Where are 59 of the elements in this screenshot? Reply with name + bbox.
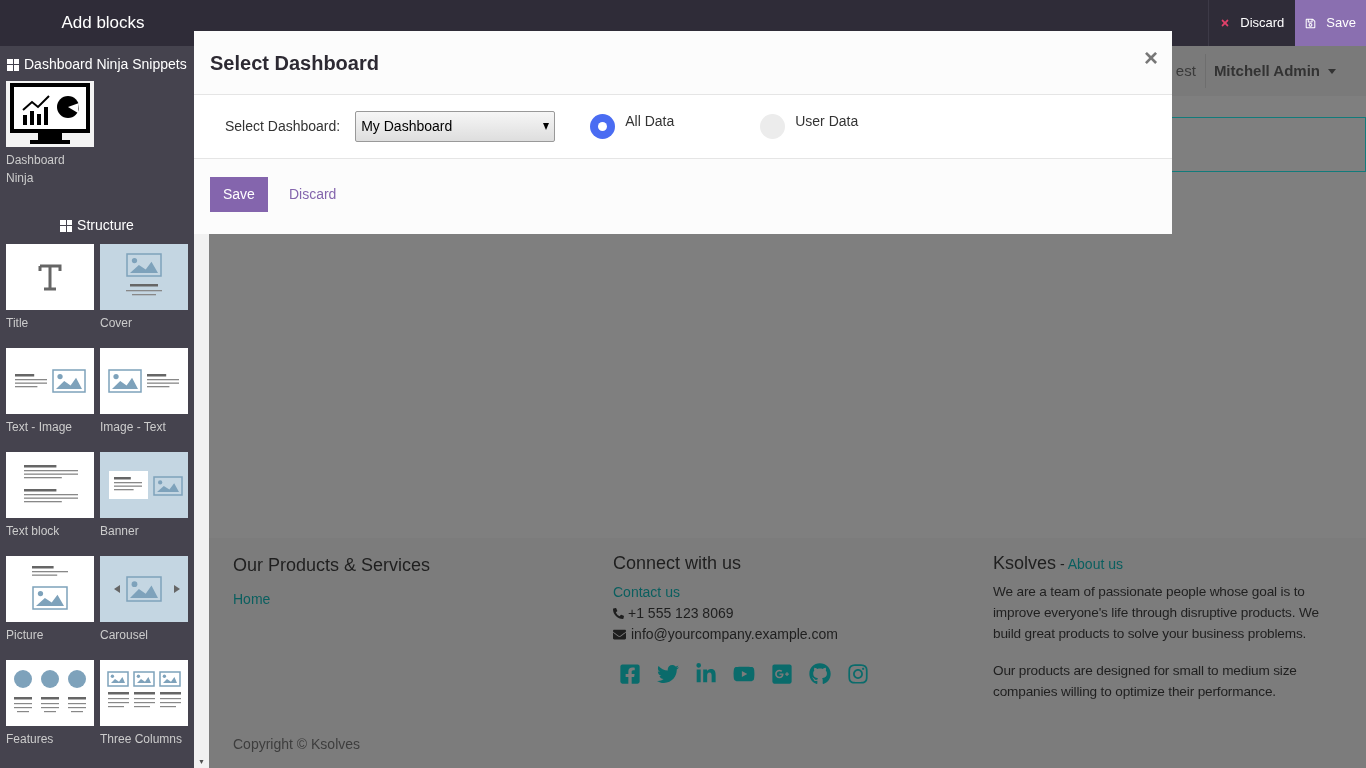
save-button[interactable]: Save [1295,0,1366,46]
grid-icon [7,58,19,71]
phone-icon [613,608,624,619]
block-label: Cover [100,315,133,332]
footer-heading: Our Products & Services [233,554,432,577]
block-thumbnail[interactable] [6,452,94,518]
block-thumbnail[interactable] [100,244,188,310]
block-thumbnail[interactable] [6,556,94,622]
separator: - [1059,556,1065,572]
field-label: Select Dashboard: [225,117,341,136]
block-thumbnail[interactable] [100,660,188,726]
database-name: est [1175,60,1197,81]
footer-paragraph: We are a team of passionate people whose goal is to improve everyone's life through disruptive products. We build great products to solve your business problems. [993,583,1320,643]
footer-heading: Connect with us [613,552,743,574]
block-label: Title [6,315,30,332]
block-thumbnail[interactable] [6,81,94,147]
grid-icon [60,219,73,232]
block-label: Carousel [100,627,150,644]
dialog-title: Select Dashboard [210,50,379,76]
envelope-icon [613,628,626,641]
user-menu[interactable]: Mitchell Admin [1204,54,1366,88]
sidebar-header: Add blocks [0,0,209,46]
block-label: Text block [6,523,61,540]
close-button[interactable]: × [1144,45,1158,70]
block-thumbnail[interactable] [100,348,188,414]
block-label: Text - Image [6,419,74,436]
google-plus-icon[interactable] [771,663,793,685]
block-label: Features [6,731,55,748]
copyright: Copyright © Ksolves [233,735,362,754]
facebook-icon[interactable] [619,663,641,685]
block-thumbnail[interactable] [6,244,94,310]
email-address: info@yourcompany.example.com [631,625,838,644]
dialog-discard-button[interactable]: Discard [288,183,337,205]
dashboard-select[interactable]: My Dashboard [355,111,556,142]
radio-button[interactable] [590,114,616,139]
section-heading: Dashboard Ninja Snippets [24,55,187,74]
block-label: Three Columns [100,731,184,748]
linkedin-icon[interactable] [695,663,717,685]
twitter-bird-icon[interactable] [657,663,679,685]
github-cat-icon[interactable] [809,663,831,685]
block-label: Banner [100,523,140,540]
block-thumbnail[interactable] [6,348,94,414]
block-label: Dashboard Ninja [6,152,66,187]
dialog-save-button[interactable]: Save [210,176,268,212]
dropdown-arrow-icon [543,123,550,130]
block-thumbnail[interactable] [100,452,188,518]
radio-label: All Data [625,112,675,131]
phone-number: +1 555 123 8069 [628,604,734,623]
camera-icon[interactable] [847,663,869,685]
caret-icon [1328,68,1336,74]
section-heading: Structure [77,216,134,235]
block-thumbnail[interactable] [6,660,94,726]
footer-heading: Ksolves [993,553,1057,573]
radio-label: User Data [795,112,859,131]
close-icon [1220,18,1231,28]
block-label: Picture [6,627,45,644]
block-label: Image - Text [100,419,167,436]
block-thumbnail[interactable] [100,556,188,622]
footer-paragraph: Our products are designed for small to medium size companies willing to optimize their performance. [993,662,1298,701]
